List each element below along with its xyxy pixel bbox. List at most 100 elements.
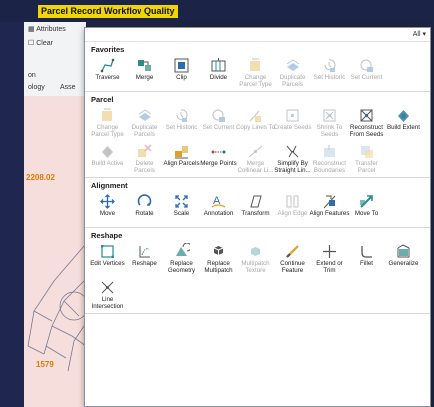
- tab-quality[interactable]: Quality: [141, 5, 178, 18]
- tool-label: Align Edge: [277, 210, 308, 217]
- tool-label: Reconstruct From Seeds: [349, 124, 384, 138]
- tool-delete-parcels[interactable]: Delete Parcels: [126, 141, 163, 177]
- clear-button[interactable]: ☐ Clear: [28, 39, 53, 47]
- tool-edit-vertices[interactable]: Edit Vertices: [89, 241, 126, 277]
- tool-grid: Traverse Merge Clip Divide Change Parcel Typ…: [85, 55, 430, 91]
- extend-trim-icon: [321, 243, 339, 260]
- scale-icon: [173, 193, 191, 210]
- tool-extend-trim[interactable]: Extend or Trim: [311, 241, 348, 277]
- tool-reconstruct-from-seeds[interactable]: Reconstruct From Seeds: [348, 105, 385, 141]
- tool-align-parcels[interactable]: Align Parcels: [163, 141, 200, 177]
- tool-move[interactable]: Move: [89, 191, 126, 227]
- multipatch-texture-icon: [247, 243, 265, 260]
- tool-merge-collinear[interactable]: Merge Collinear Li...: [237, 141, 274, 177]
- map-view[interactable]: 2208.02 1579: [24, 96, 86, 407]
- tool-rotate[interactable]: Rotate: [126, 191, 163, 227]
- tool-label: Clip: [176, 74, 187, 81]
- tab-parcel-record-workflows[interactable]: Parcel Record Workflows: [38, 5, 153, 18]
- reconstruct-from-seeds-icon: [358, 107, 376, 124]
- tool-label: Set Current: [350, 74, 383, 81]
- tool-grid: Edit Vertices Reshape Replace Geometry Repl…: [85, 241, 430, 313]
- duplicate-parcels-icon: [284, 57, 302, 74]
- continue-feature-icon: [284, 243, 302, 260]
- section-title: Parcel: [91, 95, 114, 104]
- tool-set-current[interactable]: Set Current: [348, 55, 385, 91]
- tool-label: Change Parcel Type: [91, 124, 124, 138]
- tool-merge-points[interactable]: Merge Points: [200, 141, 237, 177]
- tool-label: Extend or Trim: [316, 260, 343, 274]
- tool-create-seeds[interactable]: Create Seeds: [274, 105, 311, 141]
- tool-multipatch-texture[interactable]: Multipatch Texture: [237, 241, 274, 277]
- section-alignment: Alignment Move Rotate Scale A Annotation Trans…: [85, 178, 430, 228]
- attributes-button[interactable]: ▦ Attributes: [28, 25, 66, 33]
- tool-set-historic[interactable]: Set Historic: [311, 55, 348, 91]
- delete-parcels-icon: [136, 143, 154, 160]
- tool-reshape[interactable]: Reshape: [126, 241, 163, 277]
- fillet-icon: [358, 243, 376, 260]
- section-favorites: Favorites Traverse Merge Clip Divide Change P…: [85, 42, 430, 92]
- map-label: 2208.02: [26, 173, 55, 182]
- tool-label: Duplicate Parcels: [279, 74, 306, 88]
- annotation-icon: A: [210, 193, 228, 210]
- tool-align-edge[interactable]: Align Edge: [274, 191, 311, 227]
- tool-change-parcel-type[interactable]: Change Parcel Type: [89, 105, 126, 141]
- tool-generalize[interactable]: Generalize: [385, 241, 422, 277]
- left-edge: [0, 22, 24, 407]
- tool-build-extent[interactable]: Build Extent: [385, 105, 422, 141]
- tool-merge[interactable]: Merge: [126, 55, 163, 91]
- duplicate-parcels-icon: [136, 107, 154, 124]
- tool-label: Align Features: [309, 210, 350, 217]
- set-historic-icon: [321, 57, 339, 74]
- tool-duplicate-parcels[interactable]: Duplicate Parcels: [274, 55, 311, 91]
- tool-label: Build Extent: [386, 124, 421, 131]
- tool-change-parcel-type[interactable]: Change Parcel Type: [237, 55, 274, 91]
- section-title: Alignment: [91, 181, 128, 190]
- group-label: on: [28, 72, 36, 79]
- tool-move-to[interactable]: Move To: [348, 191, 385, 227]
- tool-replace-geometry[interactable]: Replace Geometry: [163, 241, 200, 277]
- tool-label: Align Parcels: [163, 160, 200, 167]
- tool-build-active[interactable]: Build Active: [89, 141, 126, 177]
- tool-label: Build Active: [91, 160, 124, 167]
- tool-scale[interactable]: Scale: [163, 191, 200, 227]
- tool-fillet[interactable]: Fillet: [348, 241, 385, 277]
- tool-transform[interactable]: Transform: [237, 191, 274, 227]
- tool-label: Scale: [173, 210, 190, 217]
- section-title: Reshape: [91, 231, 123, 240]
- tool-shrink-to-seeds[interactable]: Shrink To Seeds: [311, 105, 348, 141]
- section-title: Favorites: [91, 45, 125, 54]
- tool-label: Transfer Parcel: [355, 160, 378, 174]
- tool-traverse[interactable]: Traverse: [89, 55, 126, 91]
- tool-transfer-parcel[interactable]: Transfer Parcel: [348, 141, 385, 177]
- tool-divide[interactable]: Divide: [200, 55, 237, 91]
- tool-label: Merge Points: [200, 160, 237, 167]
- tool-label: Duplicate Parcels: [131, 124, 158, 138]
- tool-clip[interactable]: Clip: [163, 55, 200, 91]
- create-seeds-icon: [284, 107, 302, 124]
- transfer-parcel-icon: [358, 143, 376, 160]
- tool-grid: Change Parcel Type Duplicate Parcels Set H…: [85, 105, 430, 177]
- tab-assessment[interactable]: Asse: [60, 84, 76, 91]
- tool-copy-lines[interactable]: Copy Lines To: [236, 105, 275, 141]
- tool-line-intersection[interactable]: Line Intersection: [89, 277, 126, 313]
- tool-label: Move To: [354, 210, 379, 217]
- tool-label: Set Current: [202, 124, 235, 131]
- build-extent-icon: [395, 107, 413, 124]
- filter-dropdown[interactable]: All ▾: [413, 30, 426, 38]
- tool-duplicate-parcels[interactable]: Duplicate Parcels: [126, 105, 163, 141]
- tool-annotation[interactable]: A Annotation: [200, 191, 237, 227]
- change-parcel-type-icon: [99, 107, 117, 124]
- tool-set-historic[interactable]: Set Historic: [163, 105, 200, 141]
- shrink-to-seeds-icon: [321, 107, 339, 124]
- tool-simplify[interactable]: Simplify By Straight Lin...: [274, 141, 311, 177]
- rotate-icon: [136, 193, 154, 210]
- tool-label: Fillet: [359, 260, 374, 267]
- tool-label: Shrink To Seeds: [316, 124, 343, 138]
- map-label: 1579: [36, 360, 54, 369]
- tab-ology[interactable]: ology: [28, 84, 45, 91]
- tool-continue-feature[interactable]: Continue Feature: [274, 241, 311, 277]
- tool-set-current[interactable]: Set Current: [200, 105, 237, 141]
- tool-align-features[interactable]: Align Features: [309, 191, 350, 227]
- tool-reconstruct-boundaries[interactable]: Reconstruct Boundaries: [311, 141, 348, 177]
- tool-replace-multipatch[interactable]: Replace Multipatch: [200, 241, 237, 277]
